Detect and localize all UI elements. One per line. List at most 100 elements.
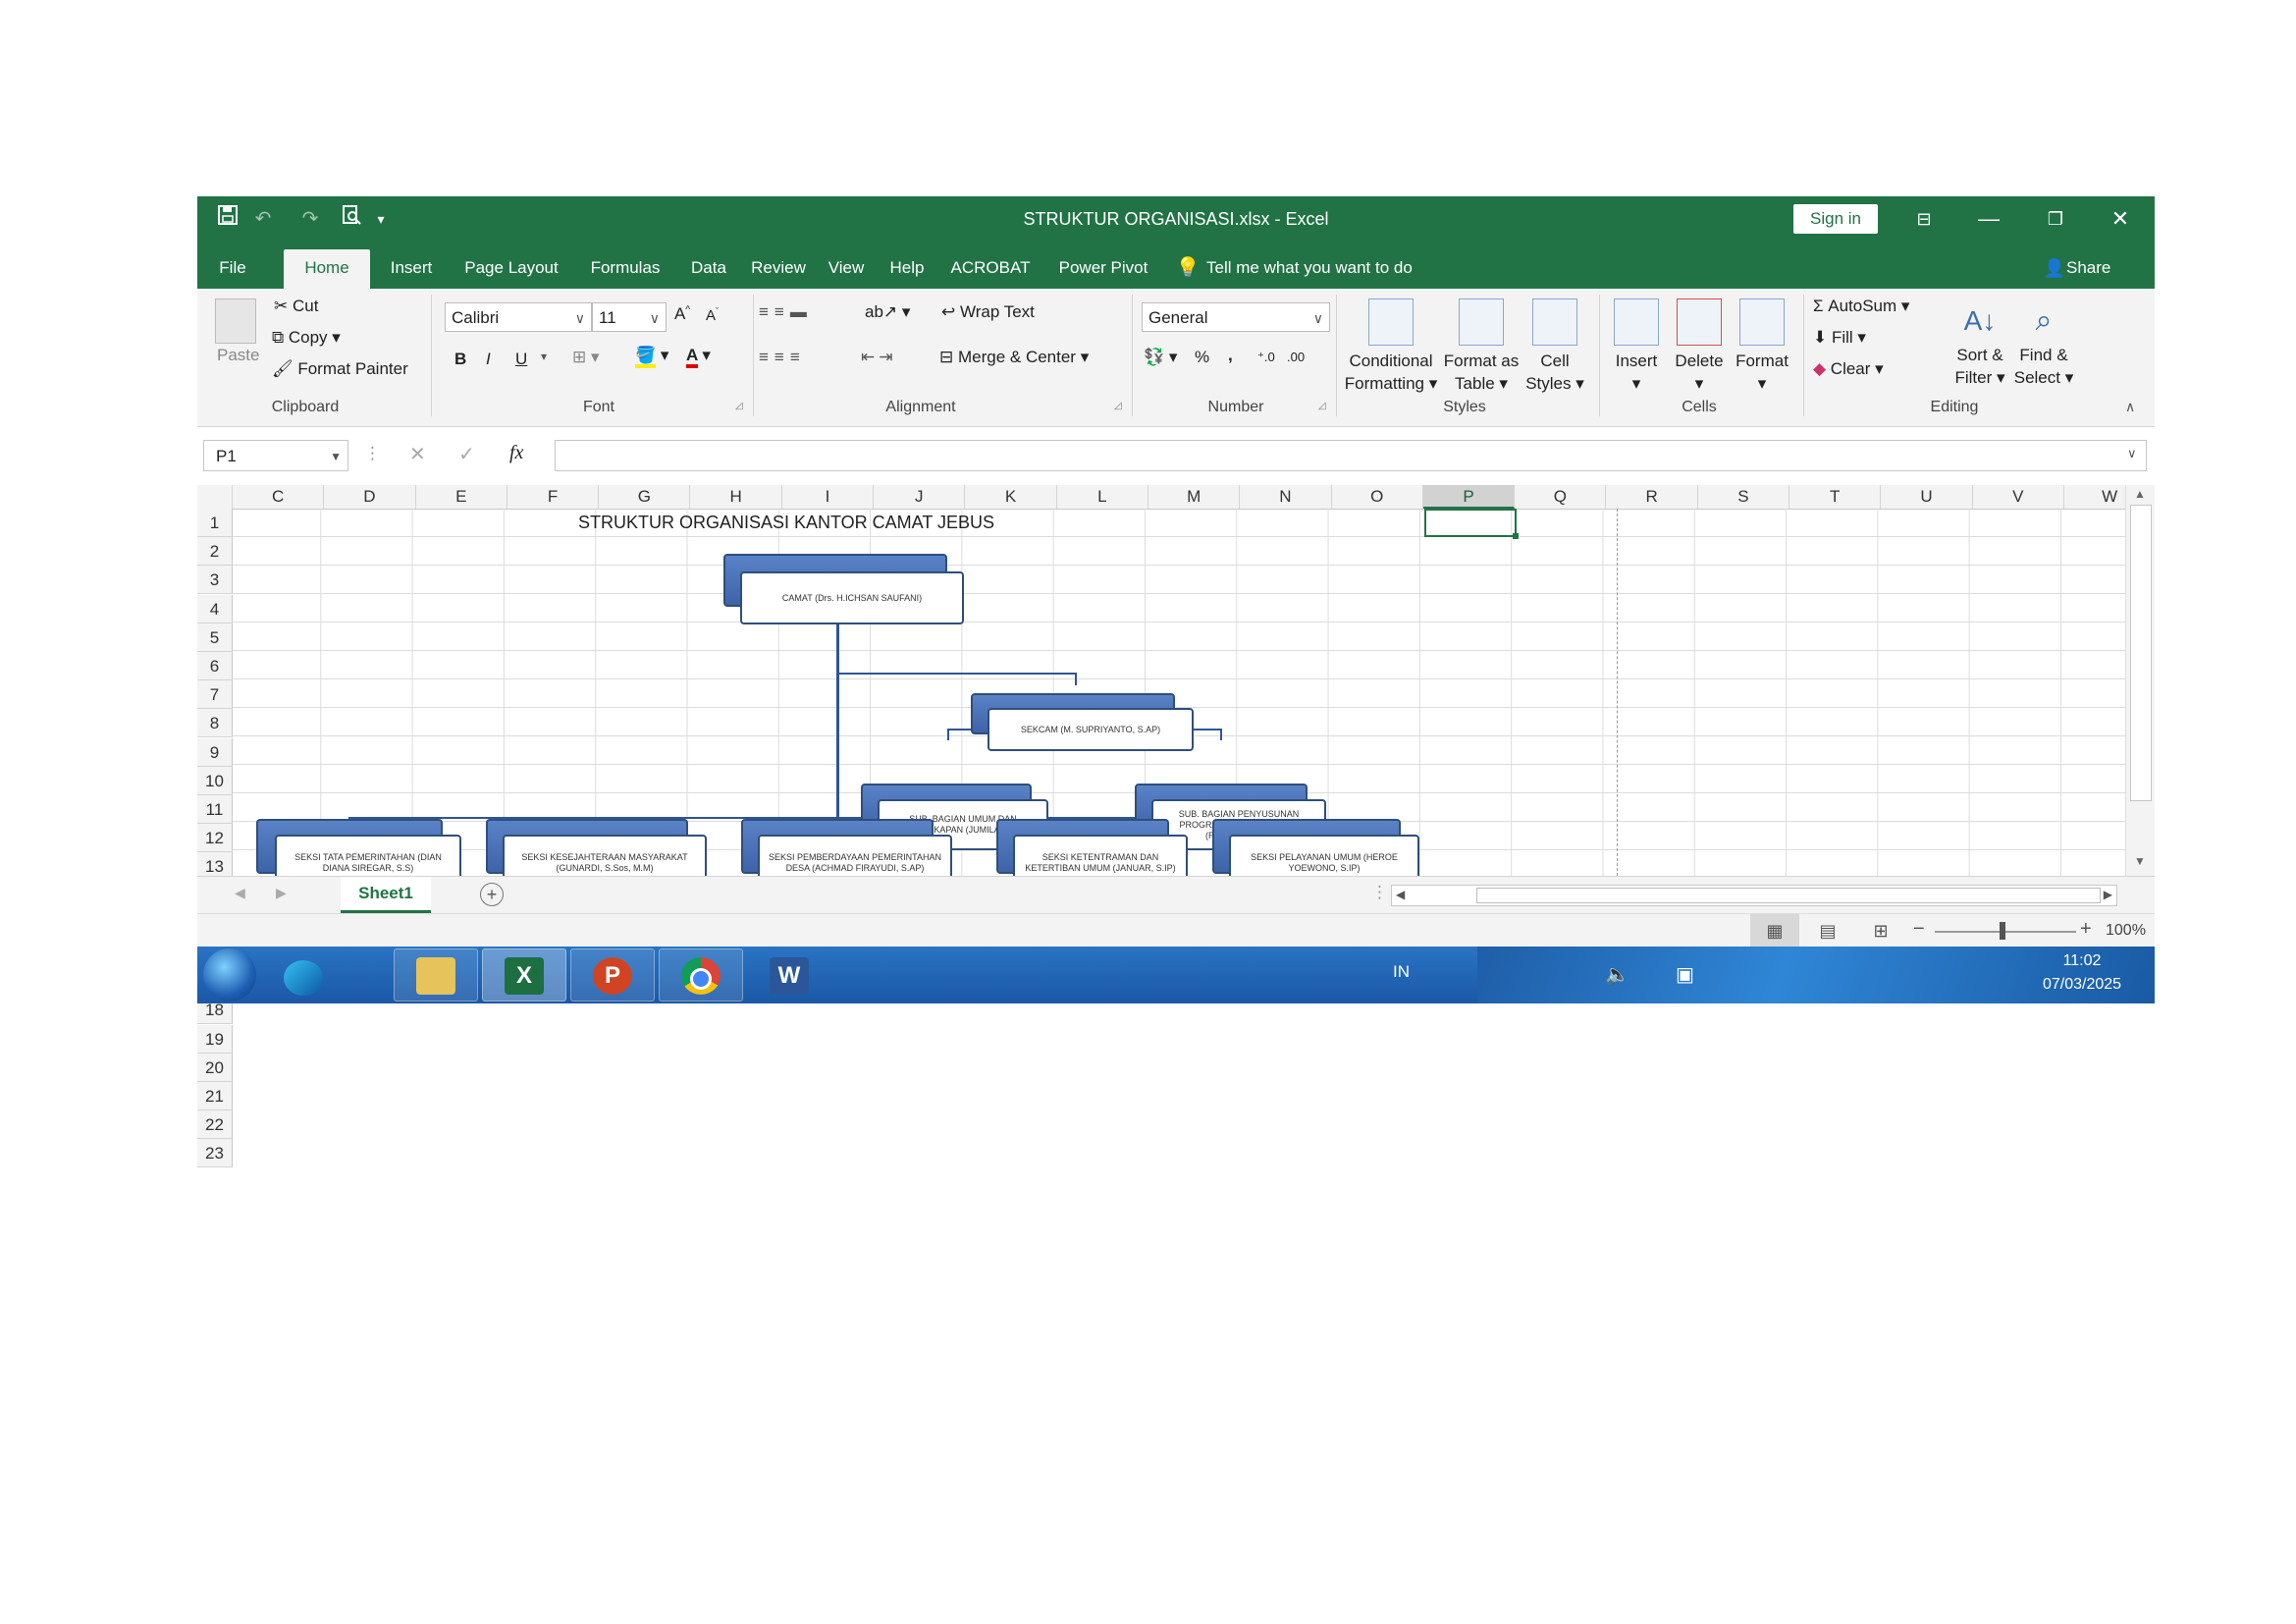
column-header[interactable]: G <box>599 485 691 509</box>
italic-button[interactable]: I <box>486 350 491 369</box>
row-header[interactable]: 2 <box>197 537 233 567</box>
row-header[interactable]: 9 <box>197 737 233 767</box>
horizontal-scrollbar[interactable]: ◀ ▶ <box>1391 885 2117 906</box>
scroll-left-icon[interactable]: ◀ <box>1396 888 1405 901</box>
sort-filter-button[interactable]: A↓ Sort & Filter ▾ <box>1950 298 2009 389</box>
font-size-select[interactable]: 11 ∨ <box>592 302 667 332</box>
taskbar-powerpoint[interactable]: P <box>570 948 655 1001</box>
network-icon[interactable]: ▣ <box>1676 962 1694 987</box>
dialog-launcher-icon[interactable]: ◿ <box>1114 401 1122 411</box>
format-cells-button[interactable]: Format ▾ <box>1731 298 1793 395</box>
zoom-level[interactable]: 100% <box>2106 922 2146 940</box>
column-header[interactable]: H <box>691 485 782 509</box>
zoom-slider-thumb[interactable] <box>2000 922 2005 940</box>
tab-review[interactable]: Review <box>745 249 812 289</box>
percent-button[interactable]: % <box>1195 348 1209 367</box>
dialog-launcher-icon[interactable]: ◿ <box>1318 401 1326 411</box>
row-header[interactable]: 1 <box>197 509 233 537</box>
clock-time[interactable]: 11:02 <box>2043 952 2121 970</box>
taskbar-chrome[interactable] <box>659 948 743 1001</box>
decrease-decimal-icon[interactable]: .00 <box>1287 350 1305 364</box>
column-header[interactable]: S <box>1698 485 1790 509</box>
row-header[interactable]: 22 <box>197 1110 233 1140</box>
select-all-corner[interactable] <box>197 485 233 509</box>
language-indicator[interactable]: IN <box>1393 962 1410 982</box>
taskbar-explorer[interactable] <box>394 948 478 1001</box>
next-sheet-icon[interactable]: ▶ <box>276 885 287 901</box>
row-header[interactable]: 23 <box>197 1139 233 1168</box>
increase-decimal-icon[interactable]: ⁺.0 <box>1257 350 1275 365</box>
row-header[interactable]: 7 <box>197 680 233 710</box>
delete-cells-button[interactable]: Delete ▾ <box>1668 298 1731 395</box>
tab-view[interactable]: View <box>822 249 871 289</box>
normal-view-icon[interactable]: ▦ <box>1750 914 1799 947</box>
zoom-out-icon[interactable]: − <box>1913 918 1925 941</box>
decrease-font-icon[interactable]: Aˇ <box>706 306 719 324</box>
tab-data[interactable]: Data <box>684 249 733 289</box>
wrap-text-button[interactable]: ↩ Wrap Text <box>941 302 1035 322</box>
accounting-format-icon[interactable]: 💱 ▾ <box>1144 348 1177 367</box>
number-format-select[interactable]: General ∨ <box>1142 302 1330 332</box>
sheet-title-cell[interactable]: STRUKTUR ORGANISASI KANTOR CAMAT JEBUS <box>492 509 1081 537</box>
column-header[interactable]: U <box>1881 485 1973 509</box>
copy-button[interactable]: ⧉ Copy ▾ <box>272 328 341 348</box>
scroll-thumb[interactable] <box>2130 505 2152 801</box>
merge-center-button[interactable]: ⊟ Merge & Center ▾ <box>939 348 1089 367</box>
tab-file[interactable]: File <box>205 249 260 289</box>
column-header[interactable]: T <box>1789 485 1882 509</box>
tab-page-layout[interactable]: Page Layout <box>456 249 566 289</box>
row-header[interactable]: 19 <box>197 1024 233 1054</box>
share-button[interactable]: Share <box>2066 249 2125 289</box>
row-header[interactable]: 21 <box>197 1082 233 1110</box>
format-painter-button[interactable]: 🖌 Format Painter <box>272 359 408 379</box>
collapse-ribbon-icon[interactable]: ∧ <box>2125 399 2135 415</box>
close-button[interactable]: ✕ <box>2088 196 2153 242</box>
sign-in-button[interactable]: Sign in <box>1793 204 1878 234</box>
font-color-icon[interactable]: A ▾ <box>686 346 711 368</box>
row-header[interactable]: 20 <box>197 1053 233 1082</box>
scroll-down-icon[interactable]: ▼ <box>2134 854 2146 868</box>
zoom-slider[interactable] <box>1935 931 2076 933</box>
underline-button[interactable]: U <box>515 350 527 369</box>
comma-button[interactable]: , <box>1228 346 1233 365</box>
taskbar-word[interactable]: W <box>747 948 831 1001</box>
tab-home[interactable]: Home <box>284 249 370 289</box>
borders-icon[interactable]: ⊞ ▾ <box>572 348 600 367</box>
find-select-button[interactable]: ⌕ Find & Select ▾ <box>2011 298 2076 389</box>
fill-color-icon[interactable]: 🪣 ▾ <box>635 346 668 368</box>
column-header[interactable]: Q <box>1515 485 1607 509</box>
increase-font-icon[interactable]: A^ <box>674 304 690 324</box>
start-button[interactable] <box>203 948 256 1001</box>
insert-cells-button[interactable]: Insert ▾ <box>1605 298 1668 395</box>
row-header[interactable]: 6 <box>197 652 233 680</box>
fill-button[interactable]: ⬇ Fill ▾ <box>1813 328 1866 348</box>
tab-split-handle[interactable]: ⋮ <box>1371 883 1388 902</box>
row-header[interactable]: 5 <box>197 623 233 652</box>
cut-button[interactable]: ✂ Cut <box>274 297 318 316</box>
row-header[interactable]: 3 <box>197 566 233 595</box>
org-box-sekcam[interactable]: SEKCAM (M. SUPRIYANTO, S.AP) <box>988 708 1194 751</box>
row-header[interactable]: 4 <box>197 594 233 623</box>
column-header[interactable]: I <box>782 485 875 509</box>
clear-button[interactable]: ◆ Clear ▾ <box>1813 359 1884 379</box>
enter-icon[interactable]: ✓ <box>458 442 475 466</box>
tab-formulas[interactable]: Formulas <box>580 249 670 289</box>
row-header[interactable]: 10 <box>197 766 233 795</box>
cell-styles-button[interactable]: Cell Styles ▾ <box>1522 298 1587 395</box>
taskbar-excel[interactable]: X <box>482 948 566 1001</box>
prev-sheet-icon[interactable]: ◀ <box>235 885 245 901</box>
column-header[interactable]: R <box>1607 485 1698 509</box>
edge-icon[interactable] <box>284 960 323 996</box>
column-header[interactable]: J <box>874 485 966 509</box>
autosum-button[interactable]: Σ AutoSum ▾ <box>1813 297 1909 316</box>
zoom-in-icon[interactable]: + <box>2080 918 2092 941</box>
page-layout-view-icon[interactable]: ▤ <box>1803 914 1852 947</box>
format-as-table-button[interactable]: Format as Table ▾ <box>1440 298 1522 395</box>
volume-icon[interactable]: 🔈 <box>1605 962 1629 987</box>
sheet-tab-sheet1[interactable]: Sheet1 <box>341 877 431 913</box>
horizontal-align-icons[interactable]: ≡≡≡ <box>759 348 806 367</box>
tab-acrobat[interactable]: ACROBAT <box>945 249 1036 289</box>
vertical-scrollbar[interactable]: ▲ ▼ <box>2125 485 2155 876</box>
orientation-icon[interactable]: ab↗ ▾ <box>865 302 910 322</box>
scroll-up-icon[interactable]: ▲ <box>2134 487 2146 501</box>
